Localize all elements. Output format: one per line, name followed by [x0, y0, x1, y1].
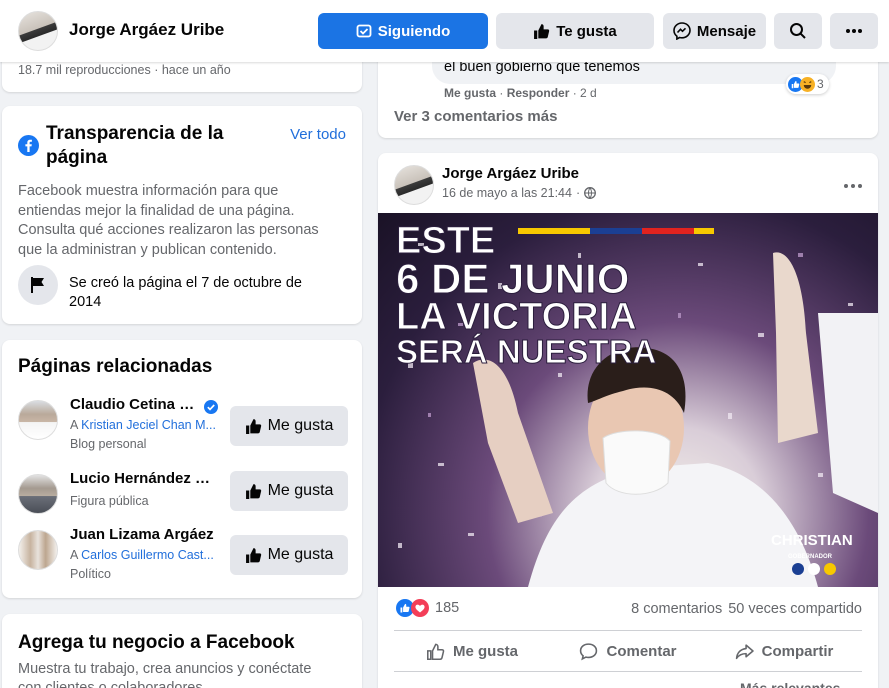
thumbs-up-icon: [245, 483, 261, 499]
comment-actions: Me gusta · Responder · 2 d: [444, 86, 597, 100]
related-page-mutual: A Carlos Guillermo Cast...: [70, 548, 214, 562]
related-page-item: Lucio Hernández G... Figura pública Me g…: [18, 470, 348, 530]
thumbs-up-icon: [534, 23, 550, 39]
post-share-button[interactable]: Compartir: [706, 631, 862, 671]
related-page-avatar[interactable]: [18, 400, 58, 440]
related-like-button[interactable]: Me gusta: [230, 535, 348, 575]
post-card: Jorge Argáez Uribe 16 de mayo a las 21:4…: [378, 153, 878, 688]
following-label: Siguiendo: [377, 22, 451, 40]
messenger-icon: [673, 22, 691, 40]
business-card: Agrega tu negocio a Facebook Muestra tu …: [2, 614, 362, 688]
comments-sort-menu[interactable]: Más relevantes: [740, 680, 840, 688]
related-page-avatar[interactable]: [18, 474, 58, 514]
verified-badge-icon: [204, 400, 218, 414]
flag-icon-circle: [18, 265, 58, 305]
following-check-icon: [356, 24, 372, 38]
more-comments-link[interactable]: Ver 3 comentarios más: [394, 108, 557, 125]
love-reaction-icon: [411, 599, 429, 617]
more-options-button[interactable]: [830, 13, 878, 49]
business-title: Agrega tu negocio a Facebook: [18, 632, 295, 653]
video-age[interactable]: hace un año: [162, 63, 231, 77]
post-reactions[interactable]: 185: [396, 599, 459, 617]
post-image-brand: CHRISTIAN: [771, 532, 853, 549]
related-page-item: Claudio Cetina G... A Kristian Jeciel Ch…: [18, 396, 348, 456]
page-like-label: Te gusta: [556, 22, 617, 40]
share-icon: [735, 643, 754, 659]
search-icon: [790, 23, 806, 39]
post-image-graphic: CHRISTIAN GOBERNADOR ESTE 6 DE JUNIO LA …: [396, 220, 878, 587]
comment-like-link[interactable]: Me gusta: [444, 86, 496, 100]
page-name[interactable]: Jorge Argáez Uribe: [69, 20, 224, 40]
comments-count[interactable]: 8 comentarios: [631, 601, 722, 617]
flag-icon: [31, 277, 44, 293]
facebook-icon: [18, 135, 39, 156]
message-button[interactable]: Mensaje: [663, 13, 766, 49]
related-page-avatar[interactable]: [18, 530, 58, 570]
related-like-button[interactable]: Me gusta: [230, 471, 348, 511]
comment-reply-link[interactable]: Responder: [507, 86, 570, 100]
post-image[interactable]: CHRISTIAN GOBERNADOR ESTE 6 DE JUNIO LA …: [378, 213, 878, 587]
reaction-icons: [396, 599, 429, 617]
related-page-name[interactable]: Lucio Hernández G...: [70, 470, 215, 487]
more-dots-icon: [846, 29, 862, 33]
comment-time[interactable]: 2 d: [580, 86, 597, 100]
more-dots-icon: [844, 184, 862, 188]
related-pages-title: Páginas relacionadas: [18, 356, 213, 377]
following-button[interactable]: Siguiendo: [318, 13, 488, 49]
post-date[interactable]: 16 de mayo a las 21:44: [442, 186, 572, 200]
related-page-mutual: A Kristian Jeciel Chan M...: [70, 418, 216, 432]
post-options-button[interactable]: [844, 175, 862, 193]
related-page-item: Juan Lizama Argáez A Carlos Guillermo Ca…: [18, 526, 348, 586]
transparency-description: Facebook muestra información para que en…: [18, 183, 319, 258]
reactions-count: 185: [435, 600, 460, 616]
page-like-button[interactable]: Te gusta: [496, 13, 654, 49]
post-author-avatar[interactable]: [394, 165, 434, 205]
post-image-line-4: SERÁ NUESTRA: [396, 333, 656, 370]
related-page-name[interactable]: Juan Lizama Argáez: [70, 526, 230, 543]
search-button[interactable]: [774, 13, 822, 49]
post-engagement: 8 comentarios 50 veces compartido: [631, 601, 862, 617]
post-image-line-3: LA VICTORIA: [396, 296, 637, 338]
comment-icon: [580, 642, 598, 660]
post-action-bar: Me gusta Comentar Compartir: [394, 630, 862, 672]
related-pages-card: Páginas relacionadas Claudio Cetina G...…: [2, 340, 362, 598]
comment-reactions[interactable]: 3: [786, 74, 829, 94]
post-meta: 16 de mayo a las 21:44 ·: [442, 186, 597, 200]
business-description: Muestra tu trabajo, crea anuncios y coné…: [18, 661, 312, 688]
transparency-card: Transparencia de la página Ver todo Face…: [2, 106, 362, 324]
see-all-link[interactable]: Ver todo: [290, 126, 346, 143]
post-author-name[interactable]: Jorge Argáez Uribe: [442, 165, 579, 182]
thumbs-up-icon: [245, 547, 261, 563]
related-like-button[interactable]: Me gusta: [230, 406, 348, 446]
post-like-button[interactable]: Me gusta: [394, 631, 550, 671]
globe-icon: [584, 187, 597, 199]
post-comment-button[interactable]: Comentar: [550, 631, 706, 671]
comment-reaction-count: 3: [817, 77, 824, 91]
message-label: Mensaje: [696, 22, 757, 40]
related-page-category: Político: [70, 567, 111, 581]
page-created-info: Se creó la página el 7 de octubre de 201…: [69, 275, 302, 310]
post-image-line-2: 6 DE JUNIO: [396, 255, 629, 302]
related-page-category: Figura pública: [70, 494, 149, 508]
page-header: Jorge Argáez Uribe Siguiendo Te gusta Me…: [0, 0, 889, 62]
post-image-brand-sub: GOBERNADOR: [788, 554, 833, 560]
thumbs-up-icon: [245, 418, 261, 434]
page-avatar[interactable]: [18, 11, 58, 51]
video-views: 18.7 mil reproducciones: [18, 63, 151, 77]
related-page-name[interactable]: Claudio Cetina G...: [70, 396, 195, 413]
related-page-category: Blog personal: [70, 437, 147, 451]
transparency-title: Transparencia de la página: [46, 123, 224, 168]
shares-count[interactable]: 50 veces compartido: [728, 601, 862, 617]
haha-reaction-icon: [800, 76, 815, 92]
thumbs-up-outline-icon: [426, 643, 445, 660]
video-meta: 18.7 mil reproducciones · hace un año: [18, 63, 231, 77]
